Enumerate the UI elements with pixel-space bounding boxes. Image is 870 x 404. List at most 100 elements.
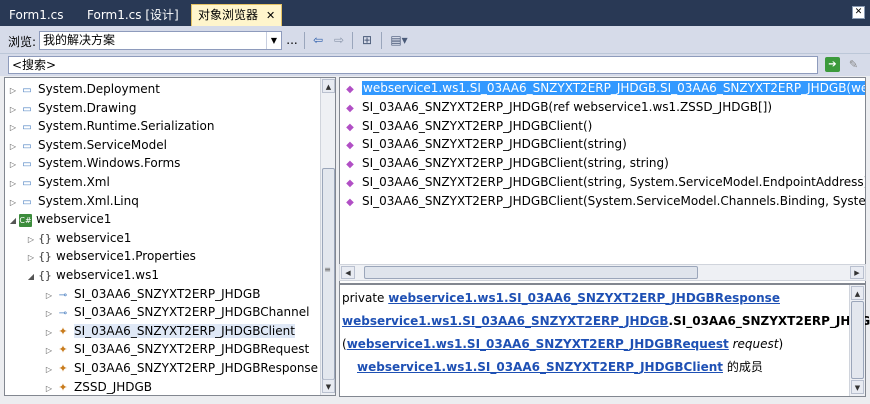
tab-form1-designer[interactable]: Form1.cs [设计] bbox=[80, 4, 186, 26]
object-browser-window: 浏览: 我的解决方案 ▼ ... ⇦ ⇨ ⊞ ▤▾ <搜索> ➔ ✎ ▷ ▭ Sys… bbox=[0, 26, 870, 404]
tree-item[interactable]: ▷ ✦ SI_03AA6_SNZYXT2ERP_JHDGBResponse bbox=[43, 359, 318, 377]
tree-item[interactable]: ▷ ✦ ZSSD_JHDGB bbox=[43, 378, 152, 395]
search-input[interactable]: <搜索> bbox=[8, 56, 818, 74]
description-line-1: private webservice1.ws1.SI_03AA6_SNZYXT2… bbox=[342, 287, 780, 309]
method-icon: ◆ bbox=[346, 140, 354, 152]
scroll-down-icon[interactable]: ▼ bbox=[322, 379, 335, 393]
scroll-right-icon[interactable]: ▶ bbox=[850, 266, 864, 279]
expand-icon[interactable]: ▷ bbox=[43, 380, 55, 395]
tree-item-label: System.Deployment bbox=[38, 82, 160, 96]
tree-item[interactable]: ▷ ⊸ SI_03AA6_SNZYXT2ERP_JHDGBChannel bbox=[43, 303, 310, 323]
tree-item[interactable]: ▷{} webservice1.Properties bbox=[25, 247, 196, 265]
clear-search-icon[interactable]: ✎ bbox=[846, 57, 861, 72]
member-item-label: webservice1.ws1.SI_03AA6_SNZYXT2ERP_JHDG… bbox=[362, 81, 865, 95]
toolbar: 浏览: 我的解决方案 ▼ ... ⇦ ⇨ ⊞ ▤▾ bbox=[0, 26, 870, 54]
ellipsis-text: ... bbox=[286, 33, 298, 47]
close-tab-icon[interactable]: ✕ bbox=[266, 6, 275, 26]
method-icon: ◆ bbox=[346, 196, 354, 208]
collapse-icon[interactable]: ◢ bbox=[7, 212, 19, 230]
expand-icon[interactable]: ▷ bbox=[43, 287, 55, 305]
paren: ) bbox=[778, 337, 784, 351]
access-modifier: private bbox=[342, 291, 389, 305]
expand-icon[interactable]: ▷ bbox=[7, 194, 19, 212]
member-item[interactable]: ◆ SI_03AA6_SNZYXT2ERP_JHDGBClient() bbox=[342, 117, 592, 135]
tree-item[interactable]: ▷ ⊸ SI_03AA6_SNZYXT2ERP_JHDGB bbox=[43, 285, 261, 305]
add-reference-icon[interactable]: ⊞ bbox=[358, 31, 376, 50]
tree-item[interactable]: ▷ ✦ SI_03AA6_SNZYXT2ERP_JHDGBRequest bbox=[43, 340, 309, 358]
member-item[interactable]: ◆ webservice1.ws1.SI_03AA6_SNZYXT2ERP_JHD… bbox=[342, 79, 865, 97]
namespace-icon: {} bbox=[38, 250, 52, 264]
tab-label: Form1.cs bbox=[9, 8, 64, 22]
member-item[interactable]: ◆ SI_03AA6_SNZYXT2ERP_JHDGB(ref webservic… bbox=[342, 98, 772, 116]
expand-icon[interactable]: ▷ bbox=[7, 119, 19, 137]
tree-vertical-scrollbar[interactable]: ▲ ≡ ▼ bbox=[320, 78, 335, 395]
expand-icon[interactable]: ▷ bbox=[7, 101, 19, 119]
param-type-link[interactable]: webservice1.ws1.SI_03AA6_SNZYXT2ERP_JHDG… bbox=[347, 337, 729, 351]
tree-item[interactable]: ▷{} webservice1 bbox=[25, 229, 132, 249]
method-icon: ◆ bbox=[346, 84, 354, 95]
tree-item[interactable]: ▷ ▭ System.Xml bbox=[7, 173, 110, 191]
expand-icon[interactable]: ▷ bbox=[43, 342, 55, 360]
scroll-thumb[interactable] bbox=[851, 301, 864, 379]
search-bar: <搜索> ➔ ✎ bbox=[0, 54, 870, 76]
tab-label: Form1.cs [设计] bbox=[87, 8, 179, 22]
close-window-icon[interactable]: ✕ bbox=[852, 6, 865, 19]
tree-item[interactable]: ◢ C# webservice1 bbox=[7, 210, 111, 228]
expand-icon[interactable]: ▷ bbox=[25, 231, 37, 249]
interface-link[interactable]: webservice1.ws1.SI_03AA6_SNZYXT2ERP_JHDG… bbox=[342, 314, 669, 328]
collapse-icon[interactable]: ◢ bbox=[25, 268, 37, 286]
tree-item[interactable]: ▷ ✦ SI_03AA6_SNZYXT2ERP_JHDGBClient bbox=[43, 322, 295, 340]
tree-item-label: webservice1 bbox=[36, 212, 112, 227]
member-item-label: SI_03AA6_SNZYXT2ERP_JHDGB(ref webservice… bbox=[362, 99, 773, 114]
forward-arrow-icon[interactable]: ⇨ bbox=[331, 31, 347, 50]
tab-form1-cs[interactable]: Form1.cs bbox=[2, 4, 71, 26]
browse-scope-dropdown[interactable]: 我的解决方案 ▼ bbox=[39, 31, 282, 50]
expand-icon[interactable]: ▷ bbox=[43, 305, 55, 323]
member-item[interactable]: ◆ SI_03AA6_SNZYXT2ERP_JHDGBClient(string) bbox=[342, 135, 627, 153]
tab-object-browser[interactable]: 对象浏览器 ✕ bbox=[191, 4, 283, 26]
view-settings-icon[interactable]: ▤▾ bbox=[386, 31, 412, 50]
expand-icon[interactable]: ▷ bbox=[7, 156, 19, 174]
members-horizontal-scrollbar[interactable]: ◀ ▶ bbox=[339, 264, 866, 281]
scroll-down-icon[interactable]: ▼ bbox=[851, 380, 864, 394]
return-type-link[interactable]: webservice1.ws1.SI_03AA6_SNZYXT2ERP_JHDG… bbox=[388, 291, 780, 305]
scroll-thumb[interactable] bbox=[322, 168, 335, 380]
tree-item-label: webservice1.Properties bbox=[56, 249, 196, 264]
member-item-label: SI_03AA6_SNZYXT2ERP_JHDGBClient(string, … bbox=[362, 175, 866, 189]
expand-icon[interactable]: ▷ bbox=[7, 175, 19, 193]
method-icon: ◆ bbox=[346, 159, 354, 171]
expand-icon[interactable]: ▷ bbox=[7, 138, 19, 156]
scroll-up-icon[interactable]: ▲ bbox=[851, 286, 864, 300]
tree-item[interactable]: ◢{} webservice1.ws1 bbox=[25, 266, 159, 284]
members-list-pane[interactable]: ◆ webservice1.ws1.SI_03AA6_SNZYXT2ERP_JHD… bbox=[339, 77, 866, 284]
objects-tree-pane[interactable]: ▷ ▭ System.Deployment ▷ ▭ System.Drawing ▷ ▭ Sys… bbox=[4, 77, 336, 396]
scroll-left-icon[interactable]: ◀ bbox=[341, 266, 355, 279]
toolbar-separator bbox=[352, 32, 353, 49]
member-item[interactable]: ◆ SI_03AA6_SNZYXT2ERP_JHDGBClient(string,… bbox=[342, 154, 669, 172]
back-arrow-icon[interactable]: ⇦ bbox=[310, 31, 326, 50]
tree-item[interactable]: ▷ ▭ System.Deployment bbox=[7, 80, 160, 98]
method-name: .SI_03AA6_SNZYXT2ERP_JHDGB bbox=[668, 314, 870, 328]
scroll-up-icon[interactable]: ▲ bbox=[322, 79, 335, 93]
description-vertical-scrollbar[interactable]: ▲ ▼ bbox=[849, 285, 865, 396]
tree-item[interactable]: ▷ ▭ System.ServiceModel bbox=[7, 136, 167, 154]
namespace-icon: {} bbox=[38, 231, 52, 245]
expand-icon[interactable]: ▷ bbox=[7, 82, 19, 100]
member-item[interactable]: ◆ SI_03AA6_SNZYXT2ERP_JHDGBClient(string,… bbox=[342, 173, 866, 191]
chevron-down-icon[interactable]: ▼ bbox=[266, 32, 281, 49]
search-go-icon[interactable]: ➔ bbox=[825, 57, 840, 72]
expand-icon[interactable]: ▷ bbox=[25, 249, 37, 267]
tree-item[interactable]: ▷ ▭ System.Xml.Linq bbox=[7, 192, 139, 210]
member-of-link[interactable]: webservice1.ws1.SI_03AA6_SNZYXT2ERP_JHDG… bbox=[357, 360, 723, 374]
tree-item[interactable]: ▷ ▭ System.Runtime.Serialization bbox=[7, 117, 215, 137]
customize-browse-button[interactable]: ... bbox=[285, 31, 299, 50]
tree-item[interactable]: ▷ ▭ System.Drawing bbox=[7, 99, 137, 119]
scroll-thumb[interactable] bbox=[364, 266, 698, 279]
browse-scope-value: 我的解决方案 bbox=[43, 33, 116, 47]
member-item[interactable]: ◆ SI_03AA6_SNZYXT2ERP_JHDGBClient(System.… bbox=[342, 192, 865, 210]
search-input-text: <搜索> bbox=[12, 58, 57, 72]
expand-icon[interactable]: ▷ bbox=[43, 324, 55, 342]
assembly-icon: ▭ bbox=[22, 178, 32, 189]
expand-icon[interactable]: ▷ bbox=[43, 361, 55, 379]
tree-item[interactable]: ▷ ▭ System.Windows.Forms bbox=[7, 154, 181, 174]
